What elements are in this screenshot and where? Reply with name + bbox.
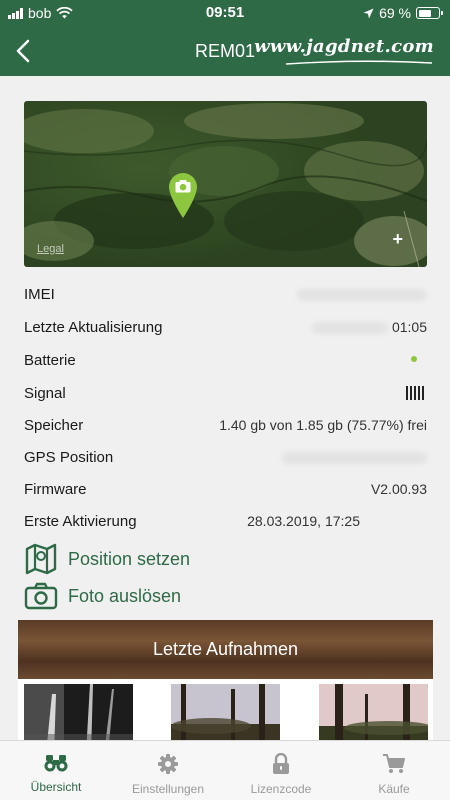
map-zoom-button[interactable]: + bbox=[392, 229, 403, 250]
signal-label: Signal bbox=[24, 385, 66, 402]
gps-value bbox=[282, 449, 427, 465]
tab-settings[interactable]: Einstellungen bbox=[112, 741, 224, 800]
recent-captures-title: Letzte Aufnahmen bbox=[152, 639, 299, 659]
last-update-label: Letzte Aktualisierung bbox=[24, 319, 163, 336]
firmware-label: Firmware bbox=[24, 481, 87, 498]
lock-icon bbox=[273, 753, 289, 774]
brand-swoosh bbox=[285, 60, 433, 65]
set-position-button[interactable]: Position setzen bbox=[24, 542, 190, 576]
info-row-signal: Signal bbox=[24, 380, 427, 408]
signal-strength-icon bbox=[406, 386, 424, 400]
gps-label: GPS Position bbox=[24, 449, 114, 466]
map-icon bbox=[25, 543, 57, 575]
gear-icon bbox=[158, 754, 178, 774]
binoculars-icon bbox=[44, 755, 68, 772]
status-bar: bob 09:51 69 % bbox=[0, 0, 450, 26]
tab-bar: Übersicht Einstellungen Lizenzcode Käufe bbox=[0, 740, 450, 800]
tab-overview[interactable]: Übersicht bbox=[0, 741, 112, 800]
info-row-first-activation: Erste Aktivierung 28.03.2019, 17:25 bbox=[24, 508, 427, 536]
set-position-label: Position setzen bbox=[68, 548, 191, 569]
location-arrow-icon bbox=[363, 8, 374, 18]
first-activation-value: 28.03.2019, 17:25 bbox=[247, 513, 360, 529]
navigation-bar: REM01 www.jagdnet.com bbox=[0, 26, 450, 76]
tab-purchases[interactable]: Käufe bbox=[338, 741, 450, 800]
storage-label: Speicher bbox=[24, 417, 84, 434]
storage-value: 1.40 gb von 1.85 gb (75.77%) frei bbox=[219, 417, 427, 433]
satellite-terrain bbox=[24, 101, 427, 267]
battery-percent: 69 % bbox=[379, 5, 411, 21]
recent-captures-header: Letzte Aufnahmen bbox=[18, 620, 433, 679]
brand-logo: www.jagdnet.com bbox=[254, 36, 434, 57]
info-row-imei: IMEI bbox=[24, 281, 427, 309]
tab-settings-label: Einstellungen bbox=[131, 782, 205, 796]
battery-status-dot bbox=[411, 356, 417, 362]
map-legal-link[interactable]: Legal bbox=[37, 243, 64, 255]
info-row-last-update: Letzte Aktualisierung 01:05 bbox=[24, 314, 427, 342]
recent-captures-card: Letzte Aufnahmen bbox=[18, 620, 433, 754]
cart-icon bbox=[383, 754, 405, 773]
trigger-photo-button[interactable]: Foto auslösen bbox=[24, 579, 181, 613]
tab-purchases-label: Käufe bbox=[378, 782, 410, 796]
battery-label: Batterie bbox=[24, 352, 76, 369]
info-row-storage: Speicher 1.40 gb von 1.85 gb (75.77%) fr… bbox=[24, 412, 427, 440]
info-row-gps: GPS Position bbox=[24, 444, 427, 472]
imei-value bbox=[297, 286, 427, 302]
map-view[interactable]: Legal + bbox=[24, 101, 427, 267]
tab-overview-label: Übersicht bbox=[30, 780, 82, 794]
tab-license-label: Lizenzcode bbox=[250, 782, 312, 796]
imei-label: IMEI bbox=[24, 286, 55, 303]
battery-icon bbox=[416, 7, 443, 19]
firmware-value: V2.00.93 bbox=[370, 481, 427, 497]
info-row-firmware: Firmware V2.00.93 bbox=[24, 476, 427, 504]
info-row-battery: Batterie bbox=[24, 347, 427, 375]
camera-pin-icon[interactable] bbox=[167, 171, 199, 219]
trigger-photo-label: Foto auslösen bbox=[68, 585, 182, 606]
last-update-value: 01:05 bbox=[311, 319, 427, 335]
first-activation-label: Erste Aktivierung bbox=[24, 513, 137, 530]
camera-icon bbox=[24, 582, 58, 610]
tab-license[interactable]: Lizenzcode bbox=[225, 741, 337, 800]
